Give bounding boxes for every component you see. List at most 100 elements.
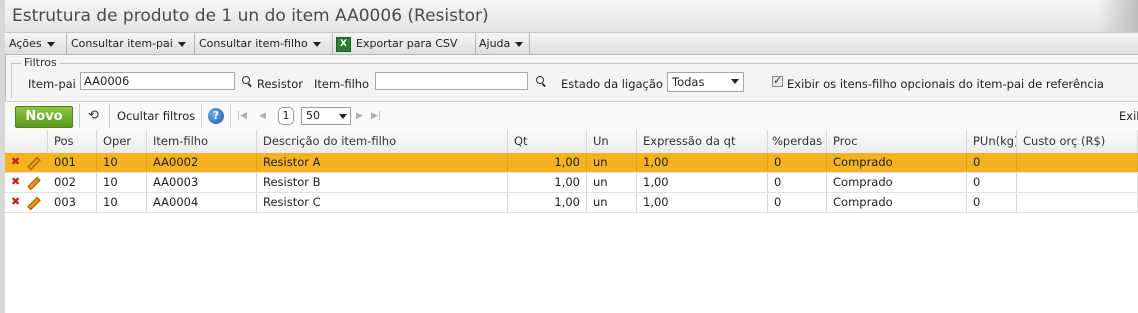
table-row[interactable]: ✖ 002 10 AA0003 Resistor B 1,00 un 1,00 … bbox=[5, 173, 1138, 193]
delete-icon[interactable]: ✖ bbox=[11, 155, 20, 169]
item-pai-input[interactable]: AA0006 bbox=[80, 72, 235, 90]
item-pai-description: Resistor bbox=[257, 77, 303, 91]
last-page-icon[interactable]: ▶| bbox=[371, 109, 381, 123]
header-custo-orc[interactable]: Custo orç (R$) bbox=[1017, 130, 1138, 153]
first-page-icon[interactable]: |◀ bbox=[237, 109, 247, 123]
cell-pos: 001 bbox=[48, 153, 97, 172]
menu-consultar-item-filho[interactable]: Consultar item-filho bbox=[195, 33, 333, 54]
cell-pos: 003 bbox=[48, 193, 97, 212]
cell-expressao-qt: 1,00 bbox=[637, 153, 768, 172]
filters-panel: Filtros Item-pai AA0006 Resistor Item-fi… bbox=[5, 56, 1138, 98]
menu-bar: Ações Consultar item-pai Consultar item-… bbox=[5, 33, 1138, 55]
cell-descricao: Resistor A bbox=[257, 153, 508, 172]
exibir-truncated-label[interactable]: Exil bbox=[1119, 102, 1138, 130]
delete-icon[interactable]: ✖ bbox=[11, 175, 20, 189]
search-icon[interactable] bbox=[242, 76, 251, 85]
excel-icon: X bbox=[336, 36, 351, 52]
toolbar-divider bbox=[79, 104, 80, 128]
item-filho-input[interactable] bbox=[375, 72, 528, 90]
menu-exportar-csv-label: Exportar para CSV bbox=[356, 37, 458, 50]
menu-ajuda[interactable]: Ajuda bbox=[475, 33, 530, 54]
delete-icon[interactable]: ✖ bbox=[11, 195, 20, 209]
header-descricao[interactable]: Descrição do item-filho bbox=[257, 130, 508, 153]
cell-pos: 002 bbox=[48, 173, 97, 192]
cell-descricao: Resistor C bbox=[257, 193, 508, 212]
cell-proc: Comprado bbox=[827, 173, 967, 192]
chevron-down-icon bbox=[515, 41, 524, 47]
header-perdas[interactable]: %perdas bbox=[768, 130, 827, 153]
cell-perdas: 0 bbox=[768, 193, 827, 212]
cell-pun: 0 bbox=[967, 153, 1017, 172]
cell-oper: 10 bbox=[97, 193, 147, 212]
menu-consultar-item-pai[interactable]: Consultar item-pai bbox=[67, 33, 195, 54]
search-icon[interactable] bbox=[536, 76, 545, 85]
cell-expressao-qt: 1,00 bbox=[637, 173, 768, 192]
title-bar: Estrutura de produto de 1 un do item AA0… bbox=[5, 0, 1138, 33]
pencil-icon[interactable] bbox=[25, 196, 37, 208]
exibir-opcionais-label: Exibir os itens-filho opcionais do item-… bbox=[787, 77, 1104, 91]
header-pos[interactable]: Pos bbox=[48, 130, 97, 153]
chevron-down-icon bbox=[731, 79, 739, 84]
cell-custo-orc bbox=[1017, 173, 1138, 192]
table-row[interactable]: ✖ 001 10 AA0002 Resistor A 1,00 un 1,00 … bbox=[5, 153, 1138, 173]
row-actions: ✖ bbox=[5, 173, 48, 192]
header-qt[interactable]: Qt bbox=[508, 130, 587, 153]
cell-custo-orc bbox=[1017, 153, 1138, 172]
cell-qt: 1,00 bbox=[508, 193, 587, 212]
chevron-down-icon bbox=[339, 114, 347, 119]
filters-legend: Filtros bbox=[21, 56, 60, 69]
menu-exportar-csv[interactable]: X Exportar para CSV bbox=[332, 33, 476, 54]
cell-perdas: 0 bbox=[768, 153, 827, 172]
header-item-filho[interactable]: Item-filho bbox=[147, 130, 257, 153]
exibir-opcionais-checkbox[interactable] bbox=[772, 74, 783, 87]
pencil-icon[interactable] bbox=[25, 176, 37, 188]
header-expressao-qt[interactable]: Expressão da qt bbox=[637, 130, 768, 153]
menu-acoes[interactable]: Ações bbox=[5, 33, 67, 54]
estado-ligacao-label: Estado da ligação bbox=[561, 77, 663, 91]
toolbar-divider bbox=[230, 104, 231, 128]
header-proc[interactable]: Proc bbox=[827, 130, 967, 153]
cell-descricao: Resistor B bbox=[257, 173, 508, 192]
window-title: Estrutura de produto de 1 un do item AA0… bbox=[12, 6, 489, 26]
previous-page-icon[interactable]: ◀ bbox=[259, 109, 266, 123]
estado-ligacao-select[interactable]: Todas bbox=[667, 72, 744, 92]
help-icon[interactable]: ? bbox=[208, 108, 224, 124]
next-page-icon[interactable]: ▶ bbox=[356, 109, 363, 123]
chevron-down-icon bbox=[46, 41, 55, 47]
ocultar-filtros-button[interactable]: Ocultar filtros bbox=[117, 102, 195, 130]
chevron-down-icon bbox=[312, 41, 321, 47]
cell-item-filho: AA0002 bbox=[147, 153, 257, 172]
menu-consultar-item-filho-label: Consultar item-filho bbox=[199, 37, 308, 50]
cell-qt: 1,00 bbox=[508, 173, 587, 192]
cell-qt: 1,00 bbox=[508, 153, 587, 172]
cell-un: un bbox=[587, 173, 637, 192]
page-number-input[interactable]: 1 bbox=[278, 107, 294, 125]
header-oper[interactable]: Oper bbox=[97, 130, 147, 153]
menu-acoes-label: Ações bbox=[9, 37, 42, 50]
cell-proc: Comprado bbox=[827, 193, 967, 212]
cell-proc: Comprado bbox=[827, 153, 967, 172]
cell-custo-orc bbox=[1017, 193, 1138, 212]
menu-consultar-item-pai-label: Consultar item-pai bbox=[71, 37, 173, 50]
cell-un: un bbox=[587, 153, 637, 172]
toolbar-divider bbox=[201, 104, 202, 128]
cell-oper: 10 bbox=[97, 153, 147, 172]
row-actions: ✖ bbox=[5, 153, 48, 172]
novo-button[interactable]: Novo bbox=[15, 106, 73, 128]
header-un[interactable]: Un bbox=[587, 130, 637, 153]
pencil-icon[interactable] bbox=[25, 156, 37, 168]
item-filho-label: Item-filho bbox=[314, 77, 370, 91]
cell-item-filho: AA0004 bbox=[147, 193, 257, 212]
cell-expressao-qt: 1,00 bbox=[637, 193, 768, 212]
estado-ligacao-value: Todas bbox=[672, 75, 705, 89]
cell-un: un bbox=[587, 193, 637, 212]
refresh-icon[interactable]: ⟲ bbox=[88, 109, 99, 123]
page-size-select[interactable]: 50 bbox=[301, 107, 351, 125]
table-row[interactable]: ✖ 003 10 AA0004 Resistor C 1,00 un 1,00 … bbox=[5, 193, 1138, 213]
header-pun[interactable]: PUn(kg) bbox=[967, 130, 1017, 153]
item-pai-label: Item-pai bbox=[28, 77, 76, 91]
data-grid: Pos Oper Item-filho Descrição do item-fi… bbox=[5, 130, 1138, 313]
cell-oper: 10 bbox=[97, 173, 147, 192]
cell-pun: 0 bbox=[967, 173, 1017, 192]
cell-perdas: 0 bbox=[768, 173, 827, 192]
